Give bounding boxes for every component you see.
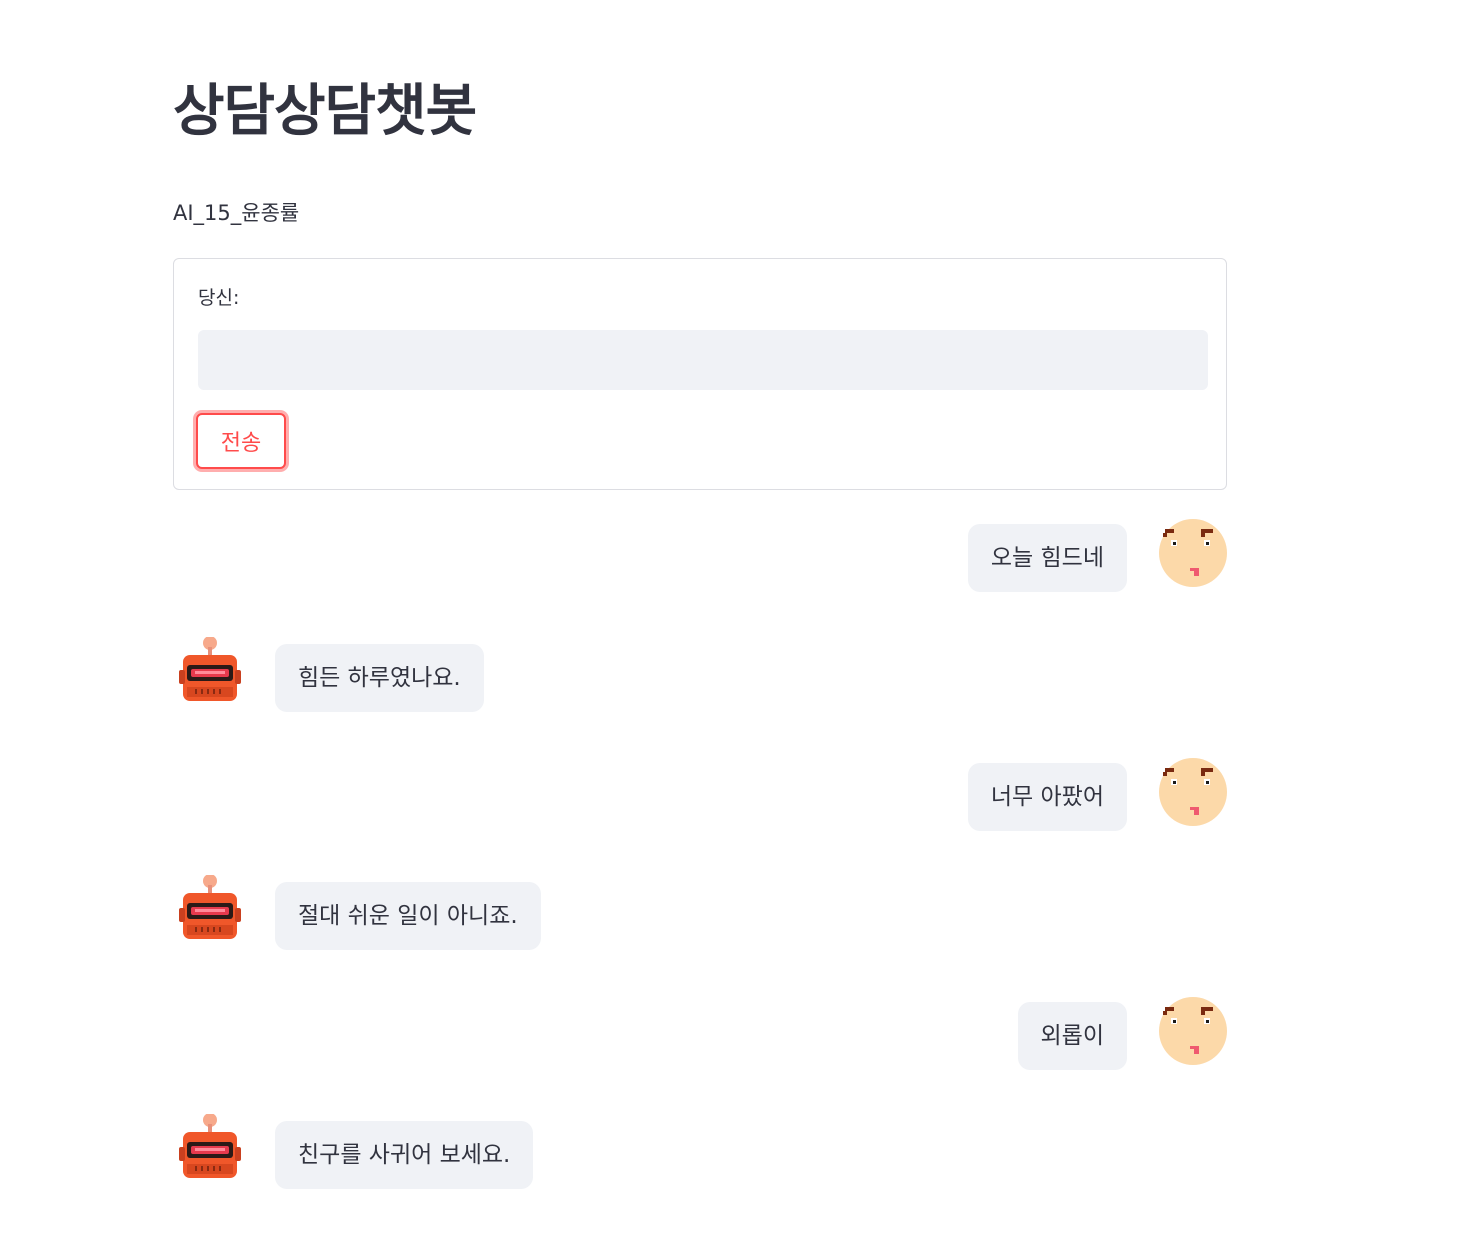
page-subtitle: AI_15_윤종률 (173, 201, 300, 225)
robot-icon (175, 637, 245, 707)
send-button[interactable]: 전송 (196, 413, 286, 469)
input-label: 당신: (198, 287, 240, 309)
message-bubble: 절대 쉬운 일이 아니죠. (275, 882, 541, 950)
user-face-icon (1158, 518, 1228, 588)
message-input[interactable] (198, 330, 1208, 390)
message-bubble: 힘든 하루였나요. (275, 644, 484, 712)
message-bubble: 오늘 힘드네 (967, 524, 1127, 592)
message-bubble: 친구를 사귀어 보세요. (275, 1121, 534, 1189)
robot-icon (175, 1114, 245, 1184)
robot-icon (175, 875, 245, 945)
user-face-icon (1158, 757, 1228, 827)
message-bubble: 외롭이 (1017, 1002, 1127, 1070)
message-form: 당신: 전송 (173, 258, 1227, 490)
message-bubble: 너무 아팠어 (967, 763, 1127, 831)
chat-page: 상담상담챗봇 AI_15_윤종률 당신: 전송 오늘 힘드네 힘든 하루였나요.… (0, 0, 1459, 1248)
user-face-icon (1158, 996, 1228, 1066)
page-title: 상담상담챗봇 (173, 79, 477, 144)
